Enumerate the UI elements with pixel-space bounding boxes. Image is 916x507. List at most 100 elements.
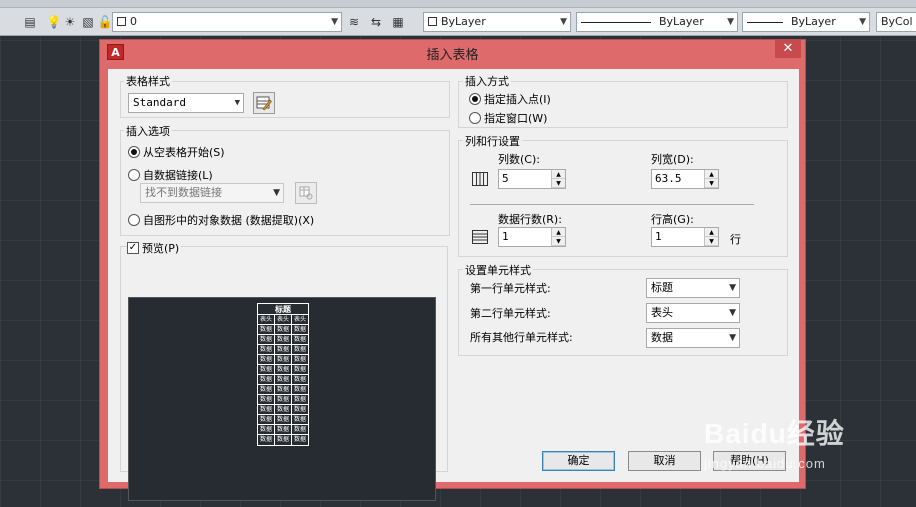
row-height-spinner-buttons[interactable]: ▲ ▼ [704, 228, 718, 246]
lightbulb-icon[interactable]: 💡 [46, 14, 62, 30]
insert-options-group-label: 插入选项 [124, 123, 172, 139]
spin-up-icon[interactable]: ▲ [552, 228, 565, 237]
freeze-icon[interactable]: ▧ [80, 14, 96, 30]
data-link-manager-button[interactable] [295, 182, 317, 204]
radio-indicator [469, 93, 481, 105]
other-rows-style-select[interactable]: 数据 ▼ [646, 328, 740, 348]
checkmark-icon: ✓ [127, 242, 139, 254]
second-row-style-value: 表头 [651, 306, 673, 319]
ok-button[interactable]: 确定 [542, 451, 615, 471]
layer-color-swatch [117, 17, 126, 26]
preview-label: 预览(P) [142, 242, 180, 255]
layer-dropdown[interactable]: 0 ▼ [112, 12, 342, 32]
data-rows-value: 1 [502, 230, 509, 243]
color-dropdown[interactable]: ByLayer ▼ [423, 12, 571, 32]
from-empty-radio[interactable]: 从空表格开始(S) [128, 144, 225, 160]
row-height-value: 1 [655, 230, 662, 243]
data-link-placeholder: 找不到数据链接 [145, 186, 222, 199]
dialog-client-area: 表格样式 Standard ▼ 插入选项 从空表格开始(S) 自数据链接(L) … [108, 69, 799, 501]
preview-data-cell: 数据 [275, 325, 292, 334]
linetype-dropdown[interactable]: ByLayer ▼ [576, 12, 738, 32]
spin-down-icon[interactable]: ▼ [705, 237, 718, 246]
table-style-value: Standard [133, 96, 186, 109]
row-height-label: 行高(G): [651, 213, 694, 226]
preview-data-cell: 数据 [275, 375, 292, 384]
preview-data-row: 数据 数据 数据 [258, 415, 308, 425]
first-row-style-select[interactable]: 标题 ▼ [646, 278, 740, 298]
rows-icon-graphic [473, 233, 487, 241]
column-width-spinner[interactable]: 63.5 ▲ ▼ [651, 169, 719, 189]
spin-down-icon[interactable]: ▼ [552, 237, 565, 246]
chevron-down-icon: ▼ [859, 17, 866, 27]
from-empty-label: 从空表格开始(S) [143, 146, 225, 159]
radio-indicator [469, 112, 481, 124]
linetype-value: ByLayer [659, 15, 704, 28]
radio-indicator [128, 169, 140, 181]
watermark-url: jingyan.baidu.com [704, 456, 826, 471]
columns-value: 5 [502, 172, 509, 185]
layer-value: 0 [130, 15, 137, 28]
lineweight-dropdown[interactable]: ByLayer ▼ [742, 12, 870, 32]
columns-spinner[interactable]: 5 ▲ ▼ [498, 169, 566, 189]
specify-insertion-point-radio[interactable]: 指定插入点(I) [469, 91, 551, 107]
layer-manager-icon[interactable]: ▤ [22, 14, 38, 30]
specify-insertion-point-label: 指定插入点(I) [484, 93, 551, 106]
data-link-select[interactable]: 找不到数据链接 ▼ [140, 183, 284, 203]
spin-up-icon[interactable]: ▲ [552, 170, 565, 179]
close-button[interactable]: ✕ [775, 40, 801, 58]
preview-checkbox[interactable]: ✓ 预览(P) [127, 240, 182, 256]
table-style-select[interactable]: Standard ▼ [128, 93, 244, 113]
rows-columns-divider [470, 204, 754, 205]
preview-data-cell: 数据 [258, 425, 275, 434]
column-width-spinner-buttons[interactable]: ▲ ▼ [704, 170, 718, 188]
data-rows-label: 数据行数(R): [498, 213, 562, 226]
preview-data-cell: 数据 [275, 415, 292, 424]
row-height-spinner[interactable]: 1 ▲ ▼ [651, 227, 719, 247]
linetype-preview [581, 21, 651, 23]
table-style-dialog-button[interactable] [253, 92, 275, 114]
color-swatch [428, 17, 437, 26]
preview-data-row: 数据 数据 数据 [258, 345, 308, 355]
preview-data-cell: 数据 [275, 345, 292, 354]
match-layer-icon[interactable]: ≋ [346, 14, 362, 30]
specify-window-radio[interactable]: 指定窗口(W) [469, 110, 547, 126]
columns-label: 列数(C): [498, 153, 540, 166]
preview-data-cell: 数据 [293, 426, 306, 433]
layer-previous-icon[interactable]: ⇆ [368, 14, 384, 30]
rows-icon [472, 230, 488, 244]
sun-icon[interactable]: ☀ [62, 14, 78, 30]
preview-data-cell: 数据 [275, 405, 292, 414]
column-width-value: 63.5 [655, 172, 682, 185]
preview-header-cell: 表头 [275, 315, 292, 324]
preview-data-row: 数据 数据 数据 [258, 405, 308, 415]
from-object-data-radio[interactable]: 自图形中的对象数据 (数据提取)(X) [128, 212, 314, 228]
layer-state-icon[interactable]: ▦ [390, 14, 406, 30]
from-data-link-radio[interactable]: 自数据链接(L) [128, 167, 213, 183]
spin-down-icon[interactable]: ▼ [705, 179, 718, 188]
table-style-group-label: 表格样式 [124, 73, 172, 89]
lock-icon[interactable]: 🔓 [97, 14, 113, 30]
plotstyle-dropdown[interactable]: ByCol [876, 12, 916, 32]
preview-data-cell: 数据 [258, 355, 275, 364]
spin-down-icon[interactable]: ▼ [552, 179, 565, 188]
dialog-titlebar[interactable]: A 插入表格 ✕ [100, 40, 805, 64]
preview-data-cell: 数据 [275, 385, 292, 394]
preview-data-row: 数据 数据 数据 [258, 385, 308, 395]
dialog-title: 插入表格 [426, 48, 479, 63]
preview-data-cell: 数据 [275, 335, 292, 344]
other-rows-style-label: 所有其他行单元样式: [470, 331, 573, 344]
other-rows-style-value: 数据 [651, 331, 673, 344]
second-row-style-select[interactable]: 表头 ▼ [646, 303, 740, 323]
preview-data-cell: 数据 [258, 435, 275, 445]
preview-data-row: 数据 数据 数据 [258, 365, 308, 375]
data-rows-spinner[interactable]: 1 ▲ ▼ [498, 227, 566, 247]
spin-up-icon[interactable]: ▲ [705, 170, 718, 179]
chevron-down-icon: ▼ [560, 17, 567, 27]
columns-spinner-buttons[interactable]: ▲ ▼ [551, 170, 565, 188]
cancel-button[interactable]: 取消 [628, 451, 701, 471]
data-rows-spinner-buttons[interactable]: ▲ ▼ [551, 228, 565, 246]
preview-data-cell: 数据 [293, 356, 306, 363]
spin-up-icon[interactable]: ▲ [705, 228, 718, 237]
cell-styles-group-label: 设置单元样式 [463, 262, 533, 278]
chevron-down-icon: ▼ [729, 333, 736, 343]
